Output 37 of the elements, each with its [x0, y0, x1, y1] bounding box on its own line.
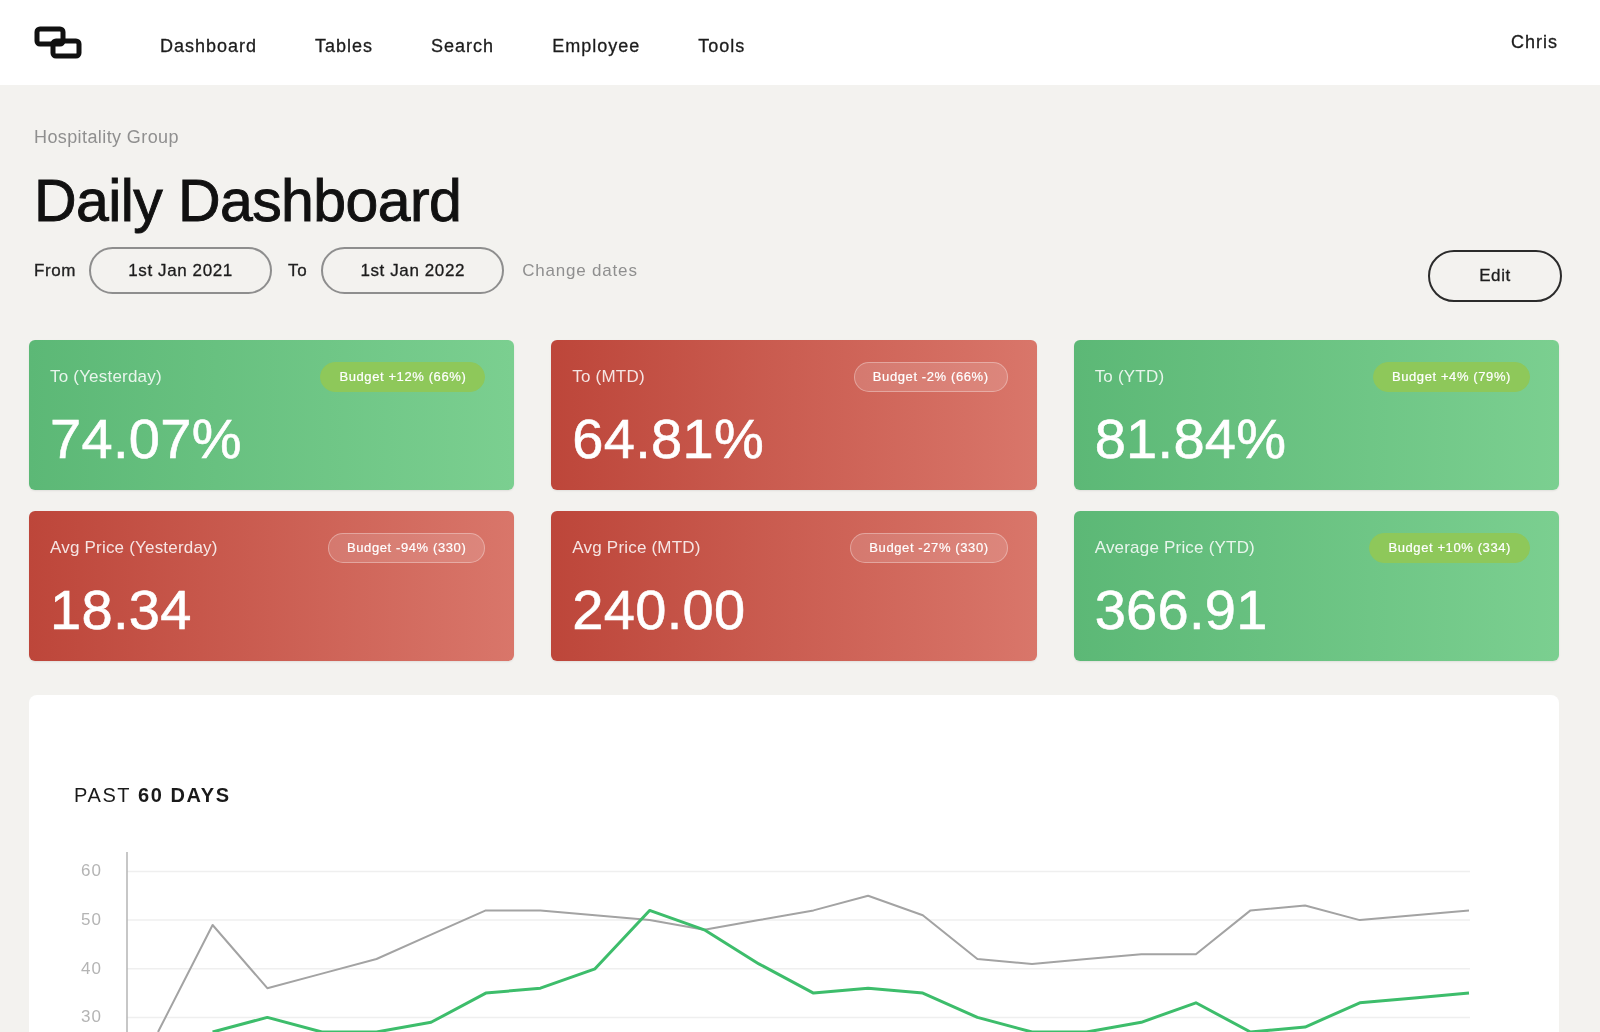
user-name[interactable]: Chris: [1511, 32, 1558, 53]
page-title: Daily Dashboard: [34, 169, 462, 233]
budget-badge: Budget +4% (79%): [1372, 362, 1530, 392]
nav-link[interactable]: Tools: [698, 36, 746, 57]
card-value: 18.34: [50, 580, 192, 640]
card-value: 240.00: [572, 580, 746, 640]
card-value: 366.91: [1094, 580, 1268, 640]
to-label: To: [288, 260, 308, 281]
budget-badge: Budget -27% (330): [850, 533, 1008, 563]
edit-button[interactable]: Edit: [1428, 250, 1562, 302]
card-label: To (YTD): [1094, 367, 1165, 387]
nav-link[interactable]: Tables: [315, 36, 374, 57]
card-label: Avg Price (MTD): [572, 538, 701, 558]
card-value: 64.81%: [572, 409, 765, 469]
card-label: To (MTD): [572, 367, 645, 387]
chart-title: PAST 60 DAYS: [74, 783, 231, 807]
card-label: Average Price (YTD): [1094, 538, 1255, 558]
axis-tick-label: 40: [81, 958, 102, 978]
nav-link[interactable]: Employee: [552, 36, 641, 57]
nav-link[interactable]: Dashboard: [160, 36, 258, 57]
budget-badge: Budget +10% (334): [1369, 533, 1530, 563]
axis-tick-label: 60: [81, 861, 102, 881]
breadcrumb: Hospitality Group: [34, 127, 179, 147]
card-label: To (Yesterday): [50, 367, 162, 387]
card-value: 81.84%: [1094, 409, 1287, 469]
card-value: 74.07%: [50, 409, 242, 469]
from-label: From: [34, 260, 77, 281]
logo-icon: [34, 26, 82, 59]
axis-tick-label: 50: [81, 910, 102, 930]
nav-link[interactable]: Search: [431, 36, 495, 57]
budget-badge: Budget -2% (66%): [853, 362, 1008, 392]
budget-badge: Budget -94% (330): [328, 533, 486, 563]
axis-tick-label: 30: [81, 1007, 102, 1027]
card-label: Avg Price (Yesterday): [50, 538, 218, 558]
budget-badge: Budget +12% (66%): [320, 362, 486, 392]
date-button[interactable]: 1st Jan 2022: [321, 247, 505, 294]
date-button[interactable]: 1st Jan 2021: [89, 247, 273, 294]
